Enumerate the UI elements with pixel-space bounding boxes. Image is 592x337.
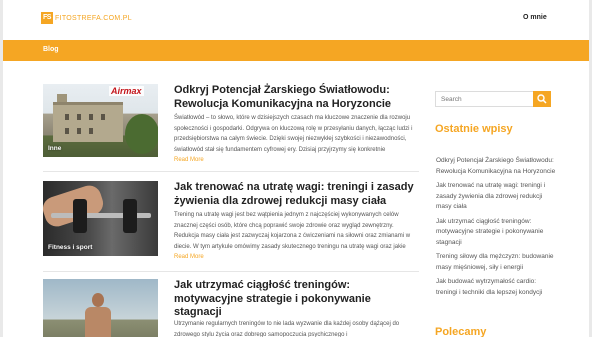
thumbnail-window	[89, 128, 93, 134]
recent-post-link[interactable]: Jak utrzymać ciągłość treningów: motywac…	[436, 217, 556, 249]
thumbnail-tree-shape	[125, 114, 158, 154]
post-category[interactable]: Fitness i sport	[48, 244, 92, 251]
post-thumbnail[interactable]: Airmax Inne	[43, 84, 158, 157]
recent-post-link[interactable]: Jak trenować na utratę wagi: treningi i …	[436, 181, 556, 213]
recent-posts-title: Ostatnie wpisy	[435, 123, 513, 135]
thumbnail-window	[89, 114, 93, 120]
search-button[interactable]	[533, 91, 551, 107]
read-more-link[interactable]: Read More	[174, 254, 204, 260]
nav-link-about[interactable]: O mnie	[523, 14, 547, 21]
page: FS FITOSTREFA.COM.PL O mnie Blog Airmax …	[3, 0, 589, 337]
search-icon	[537, 94, 547, 104]
post-thumbnail[interactable]	[43, 279, 158, 337]
post-thumbnail[interactable]: Fitness i sport	[43, 181, 158, 256]
recent-post-link[interactable]: Jak budować wytrzymałość cardio: trening…	[436, 277, 556, 298]
thumbnail-window	[101, 114, 105, 120]
recent-post-link[interactable]: Odkryj Potencjał Żarskiego Światłowodu: …	[436, 156, 556, 177]
thumbnail-window	[65, 128, 69, 134]
thumbnail-person-head	[92, 293, 104, 307]
read-more-link[interactable]: Read More	[174, 157, 204, 163]
post-excerpt: Światłowód – to słowo, które w dzisiejsz…	[174, 115, 413, 153]
post-card: Fitness i sport Jak trenować na utratę w…	[43, 181, 418, 264]
post-title[interactable]: Jak utrzymać ciągłość treningów: motywac…	[174, 279, 419, 320]
recent-post-link[interactable]: Trening siłowy dla mężczyzn: budowanie m…	[436, 252, 556, 273]
popular-title: Polecamy	[435, 326, 487, 337]
nav-link-blog[interactable]: Blog	[43, 46, 59, 53]
thumbnail-brand-badge: Airmax	[109, 86, 144, 96]
search-input[interactable]	[435, 91, 535, 107]
post-card: Airmax Inne Odkryj Potencjał Żarskiego Ś…	[43, 84, 418, 172]
thumbnail-window	[77, 114, 81, 120]
post-category[interactable]: Inne	[48, 145, 61, 152]
post-divider	[43, 271, 419, 272]
post-excerpt: Utrzymanie regularnych treningów to nie …	[174, 321, 400, 337]
post-excerpt: Trening na utratę wagi jest bez wątpieni…	[174, 212, 411, 250]
thumbnail-window	[65, 114, 69, 120]
post-title[interactable]: Jak trenować na utratę wagi: treningi i …	[174, 181, 419, 208]
thumbnail-window	[77, 128, 81, 134]
thumbnail-dumbbell-plate	[123, 199, 137, 233]
logo-text: FITOSTREFA.COM.PL	[55, 14, 132, 22]
thumbnail-dumbbell-plate	[73, 199, 87, 233]
site-logo[interactable]: FS FITOSTREFA.COM.PL	[41, 12, 132, 24]
thumbnail-building-shape	[53, 102, 123, 142]
sub-navigation-bar: Blog	[3, 40, 589, 61]
logo-mark: FS	[41, 12, 53, 24]
thumbnail-person-shape	[83, 289, 113, 337]
post-divider	[43, 171, 419, 172]
site-header: FS FITOSTREFA.COM.PL O mnie	[3, 0, 589, 40]
post-card: Jak utrzymać ciągłość treningów: motywac…	[43, 279, 418, 337]
recent-posts-list: Odkryj Potencjał Żarskiego Światłowodu: …	[436, 156, 556, 302]
thumbnail-person-torso	[85, 307, 111, 337]
post-title[interactable]: Odkryj Potencjał Żarskiego Światłowodu: …	[174, 84, 419, 111]
